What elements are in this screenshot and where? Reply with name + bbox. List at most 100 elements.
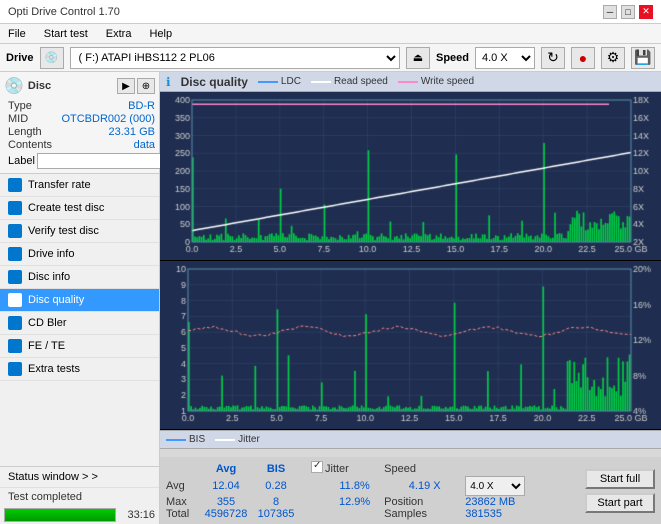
menu-extra[interactable]: Extra xyxy=(102,27,136,41)
avg-bis: 0.28 xyxy=(251,476,301,496)
chart-title: Disc quality xyxy=(181,75,248,89)
max-ldc: 355 xyxy=(201,496,251,508)
nav-extra-tests[interactable]: Extra tests xyxy=(0,358,159,381)
chart2-legend-row: BIS Jitter xyxy=(160,431,661,449)
avg-jitter: 11.8% xyxy=(325,476,384,496)
contents-label: Contents xyxy=(8,139,52,151)
jitter-table-label: Jitter xyxy=(325,461,384,476)
minimize-button[interactable]: ─ xyxy=(603,5,617,19)
create-test-icon xyxy=(8,201,22,215)
legend-read-speed: Read speed xyxy=(311,76,388,87)
nav-verify-label: Verify test disc xyxy=(28,225,99,237)
menubar: File Start test Extra Help xyxy=(0,24,661,44)
progress-fill xyxy=(5,509,115,521)
menu-file[interactable]: File xyxy=(4,27,30,41)
nav-create-label: Create test disc xyxy=(28,202,104,214)
total-bis: 107365 xyxy=(251,508,301,520)
drive-info-icon xyxy=(8,247,22,261)
chart2-canvas xyxy=(160,261,661,429)
nav-drive-info[interactable]: Drive info xyxy=(0,243,159,266)
start-full-button[interactable]: Start full xyxy=(585,469,655,489)
extra-tests-icon xyxy=(8,362,22,376)
eject-button[interactable]: ⏏ xyxy=(406,47,430,69)
fe-te-icon xyxy=(8,339,22,353)
legend-bis-color xyxy=(166,439,186,441)
disc-panel: 💿 Disc ▶ ⊕ Type BD-R MID OTCBDR002 (000)… xyxy=(0,72,159,174)
type-label: Type xyxy=(8,100,32,112)
progress-bar-row: 33:16 xyxy=(0,506,159,524)
avg-label: Avg xyxy=(166,476,201,496)
disc-info-icon xyxy=(8,270,22,284)
bis-header: BIS xyxy=(251,461,301,476)
ldc-chart xyxy=(160,92,661,261)
menu-start-test[interactable]: Start test xyxy=(40,27,92,41)
main-layout: 💿 Disc ▶ ⊕ Type BD-R MID OTCBDR002 (000)… xyxy=(0,72,661,524)
nav-create-test-disc[interactable]: Create test disc xyxy=(0,197,159,220)
maximize-button[interactable]: □ xyxy=(621,5,635,19)
speed-label: Speed xyxy=(436,52,469,64)
drive-select[interactable]: ( F:) ATAPI iHBS112 2 PL06 xyxy=(70,47,400,69)
label-input[interactable] xyxy=(37,153,171,169)
contents-value: data xyxy=(134,139,155,151)
disc-action-2[interactable]: ⊕ xyxy=(137,78,155,94)
total-label: Total xyxy=(166,508,201,520)
bis-chart xyxy=(160,261,661,430)
ldc-header: Avg xyxy=(201,461,251,476)
samples-label: Samples xyxy=(384,508,465,520)
close-button[interactable]: ✕ xyxy=(639,5,653,19)
nav-cd-bler[interactable]: CD Bler xyxy=(0,312,159,335)
samples-value: 381535 xyxy=(465,508,579,520)
speed-select[interactable]: 4.0 X xyxy=(475,47,535,69)
label-text: Label xyxy=(8,155,35,167)
content-area: ℹ Disc quality LDC Read speed Write spee… xyxy=(160,72,661,524)
red-icon-button[interactable]: ● xyxy=(571,47,595,69)
stats-table: Avg BIS Jitter Speed Avg 12.04 0.28 xyxy=(166,461,579,520)
legend-write-speed: Write speed xyxy=(398,76,474,87)
status-text: Test completed xyxy=(4,490,86,504)
position-label: Position xyxy=(384,496,465,508)
menu-help[interactable]: Help xyxy=(145,27,176,41)
position-value: 23862 MB xyxy=(465,496,579,508)
status-bottom: Status window > > Test completed 33:16 xyxy=(0,466,159,524)
nav-verify-test-disc[interactable]: Verify test disc xyxy=(0,220,159,243)
nav-transfer-rate[interactable]: Transfer rate xyxy=(0,174,159,197)
disc-quality-icon xyxy=(8,293,22,307)
mid-value: OTCBDR002 (000) xyxy=(61,113,155,125)
status-progress-row: Test completed xyxy=(0,488,159,506)
stats-bar: BIS Jitter Avg BIS xyxy=(160,430,661,524)
progress-bar xyxy=(4,508,116,522)
drive-label: Drive xyxy=(6,52,34,64)
nav-fe-te[interactable]: FE / TE xyxy=(0,335,159,358)
drivebar: Drive 💿 ( F:) ATAPI iHBS112 2 PL06 ⏏ Spe… xyxy=(0,44,661,72)
disc-action-1[interactable]: ▶ xyxy=(117,78,135,94)
action-buttons: Start full Start part xyxy=(585,469,655,513)
chart1-canvas xyxy=(160,92,661,260)
length-label: Length xyxy=(8,126,42,138)
mid-label: MID xyxy=(8,113,28,125)
settings-button[interactable]: ⚙ xyxy=(601,47,625,69)
status-time: 33:16 xyxy=(120,509,155,521)
legend-jitter: Jitter xyxy=(215,434,260,445)
start-part-button[interactable]: Start part xyxy=(585,493,655,513)
app-title: Opti Drive Control 1.70 xyxy=(8,6,120,18)
nav-disc-info[interactable]: Disc info xyxy=(0,266,159,289)
nav-drive-info-label: Drive info xyxy=(28,248,74,260)
transfer-rate-icon xyxy=(8,178,22,192)
speed-table-label: Speed xyxy=(384,461,465,476)
speed-select2[interactable]: 4.0 X xyxy=(465,476,525,496)
jitter-checkbox[interactable] xyxy=(311,461,323,473)
save-button[interactable]: 💾 xyxy=(631,47,655,69)
avg-speed: 4.19 X xyxy=(384,476,465,496)
cd-bler-icon xyxy=(8,316,22,330)
refresh-button[interactable]: ↻ xyxy=(541,47,565,69)
legend-ldc: LDC xyxy=(258,76,301,87)
sidebar: 💿 Disc ▶ ⊕ Type BD-R MID OTCBDR002 (000)… xyxy=(0,72,160,524)
nav-disc-quality[interactable]: Disc quality xyxy=(0,289,159,312)
status-window-button[interactable]: Status window > > xyxy=(0,467,159,488)
legend-write-color xyxy=(398,81,418,83)
disc-panel-title: Disc xyxy=(28,80,51,92)
nav-disc-info-label: Disc info xyxy=(28,271,70,283)
nav-fe-te-label: FE / TE xyxy=(28,340,65,352)
chart-header: ℹ Disc quality LDC Read speed Write spee… xyxy=(160,72,661,92)
stats-data-row: Avg BIS Jitter Speed Avg 12.04 0.28 xyxy=(160,457,661,524)
